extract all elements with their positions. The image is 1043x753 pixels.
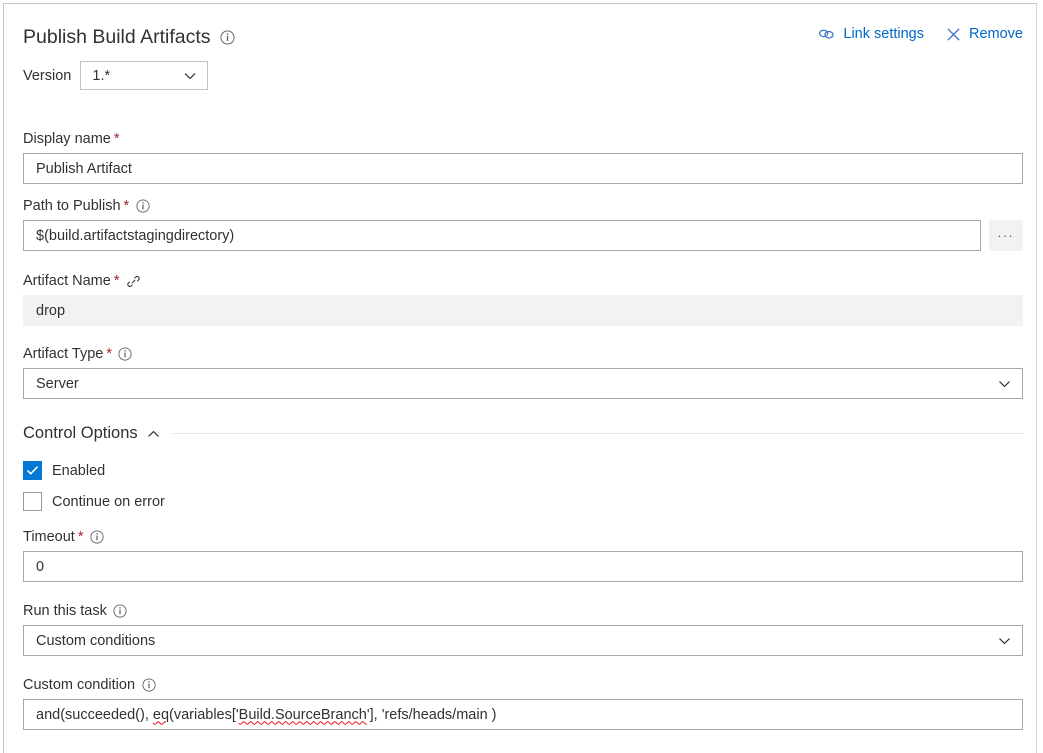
info-circle-icon[interactable] — [90, 530, 105, 545]
title-group: Publish Build Artifacts — [23, 24, 235, 50]
link-settings-label: Link settings — [843, 26, 924, 42]
panel-header: Publish Build Artifacts Link settings Re… — [23, 24, 1023, 54]
chevron-down-icon — [998, 637, 1011, 645]
display-name-label-text: Display name — [23, 131, 111, 147]
path-to-publish-input[interactable]: $(build.artifactstagingdirectory) — [23, 220, 981, 251]
chain-link-icon — [818, 27, 835, 41]
required-asterisk: * — [113, 273, 120, 289]
chevron-up-icon[interactable] — [147, 430, 160, 438]
run-this-task-dropdown[interactable]: Custom conditions — [23, 625, 1023, 656]
page-title: Publish Build Artifacts — [23, 26, 211, 48]
field-custom-condition: Custom condition and(succeeded(), eq(var… — [23, 676, 1023, 730]
display-name-input[interactable]: Publish Artifact — [23, 153, 1023, 184]
control-options-title: Control Options — [23, 424, 138, 442]
required-asterisk: * — [106, 346, 112, 362]
info-circle-icon[interactable] — [219, 29, 235, 45]
panel-right-border — [1036, 3, 1037, 753]
spellcheck-error-word: Build.SourceBranch — [238, 706, 367, 723]
enabled-label: Enabled — [52, 462, 106, 479]
artifact-type-label-text: Artifact Type — [23, 346, 104, 362]
artifact-type-label: Artifact Type * — [23, 345, 1023, 363]
chain-link-icon[interactable] — [126, 274, 141, 289]
browse-ellipsis-button[interactable]: ... — [989, 220, 1023, 251]
chevron-down-icon — [184, 72, 196, 80]
control-options-section-header: Control Options — [23, 424, 1023, 443]
version-row: Version 1.* — [23, 61, 209, 90]
required-asterisk: * — [113, 131, 120, 147]
custom-condition-input[interactable]: and(succeeded(), eq(variables['Build.Sou… — [23, 699, 1023, 730]
task-editor-panel: Publish Build Artifacts Link settings Re… — [0, 0, 1043, 753]
info-circle-icon[interactable] — [113, 604, 128, 619]
timeout-label-text: Timeout — [23, 529, 75, 545]
section-divider — [172, 433, 1023, 434]
panel-top-border — [3, 3, 1037, 4]
path-to-publish-label-text: Path to Publish — [23, 198, 121, 214]
panel-left-border — [3, 3, 4, 753]
display-name-label: Display name * — [23, 130, 1023, 148]
continue-on-error-label: Continue on error — [52, 493, 165, 510]
custom-condition-value: and(succeeded(), eq(variables['Build.Sou… — [36, 706, 497, 723]
version-value: 1.* — [92, 67, 111, 84]
checkmark-icon — [26, 466, 39, 475]
artifact-type-value: Server — [36, 375, 79, 392]
run-this-task-value: Custom conditions — [36, 632, 156, 649]
path-to-publish-row: $(build.artifactstagingdirectory) ... — [23, 220, 1023, 251]
field-run-this-task: Run this task Custom conditions — [23, 602, 1023, 656]
path-to-publish-label: Path to Publish * — [23, 197, 1023, 215]
timeout-input[interactable]: 0 — [23, 551, 1023, 582]
close-x-icon — [946, 27, 961, 42]
spellcheck-error-word: eq — [152, 706, 170, 723]
artifact-name-input: drop — [23, 295, 1023, 326]
enabled-checkbox-row[interactable]: Enabled — [23, 461, 105, 480]
timeout-label: Timeout * — [23, 528, 1023, 546]
run-this-task-label-text: Run this task — [23, 603, 107, 619]
version-dropdown[interactable]: 1.* — [80, 61, 209, 90]
continue-on-error-checkbox-row[interactable]: Continue on error — [23, 492, 165, 511]
run-this-task-label: Run this task — [23, 602, 1023, 620]
continue-on-error-checkbox[interactable] — [23, 492, 42, 511]
artifact-name-label-text: Artifact Name — [23, 273, 111, 289]
field-artifact-type: Artifact Type * Server — [23, 345, 1023, 399]
remove-label: Remove — [969, 26, 1023, 42]
remove-button[interactable]: Remove — [946, 26, 1023, 42]
field-display-name: Display name * Publish Artifact — [23, 130, 1023, 184]
enabled-checkbox[interactable] — [23, 461, 42, 480]
version-label: Version — [23, 67, 72, 84]
info-circle-icon[interactable] — [118, 347, 133, 362]
chevron-down-icon — [998, 380, 1011, 388]
header-actions: Link settings Remove — [818, 26, 1023, 42]
field-artifact-name: Artifact Name * drop — [23, 272, 1023, 326]
info-circle-icon[interactable] — [135, 199, 150, 214]
required-asterisk: * — [123, 198, 130, 214]
field-path-to-publish: Path to Publish * $(build.artifactstagin… — [23, 197, 1023, 251]
custom-condition-label-text: Custom condition — [23, 677, 136, 693]
info-circle-icon[interactable] — [141, 678, 156, 693]
artifact-name-label: Artifact Name * — [23, 272, 1023, 290]
link-settings-button[interactable]: Link settings — [818, 26, 924, 42]
artifact-type-dropdown[interactable]: Server — [23, 368, 1023, 399]
custom-condition-label: Custom condition — [23, 676, 1023, 694]
field-timeout: Timeout * 0 — [23, 528, 1023, 582]
required-asterisk: * — [77, 529, 84, 545]
